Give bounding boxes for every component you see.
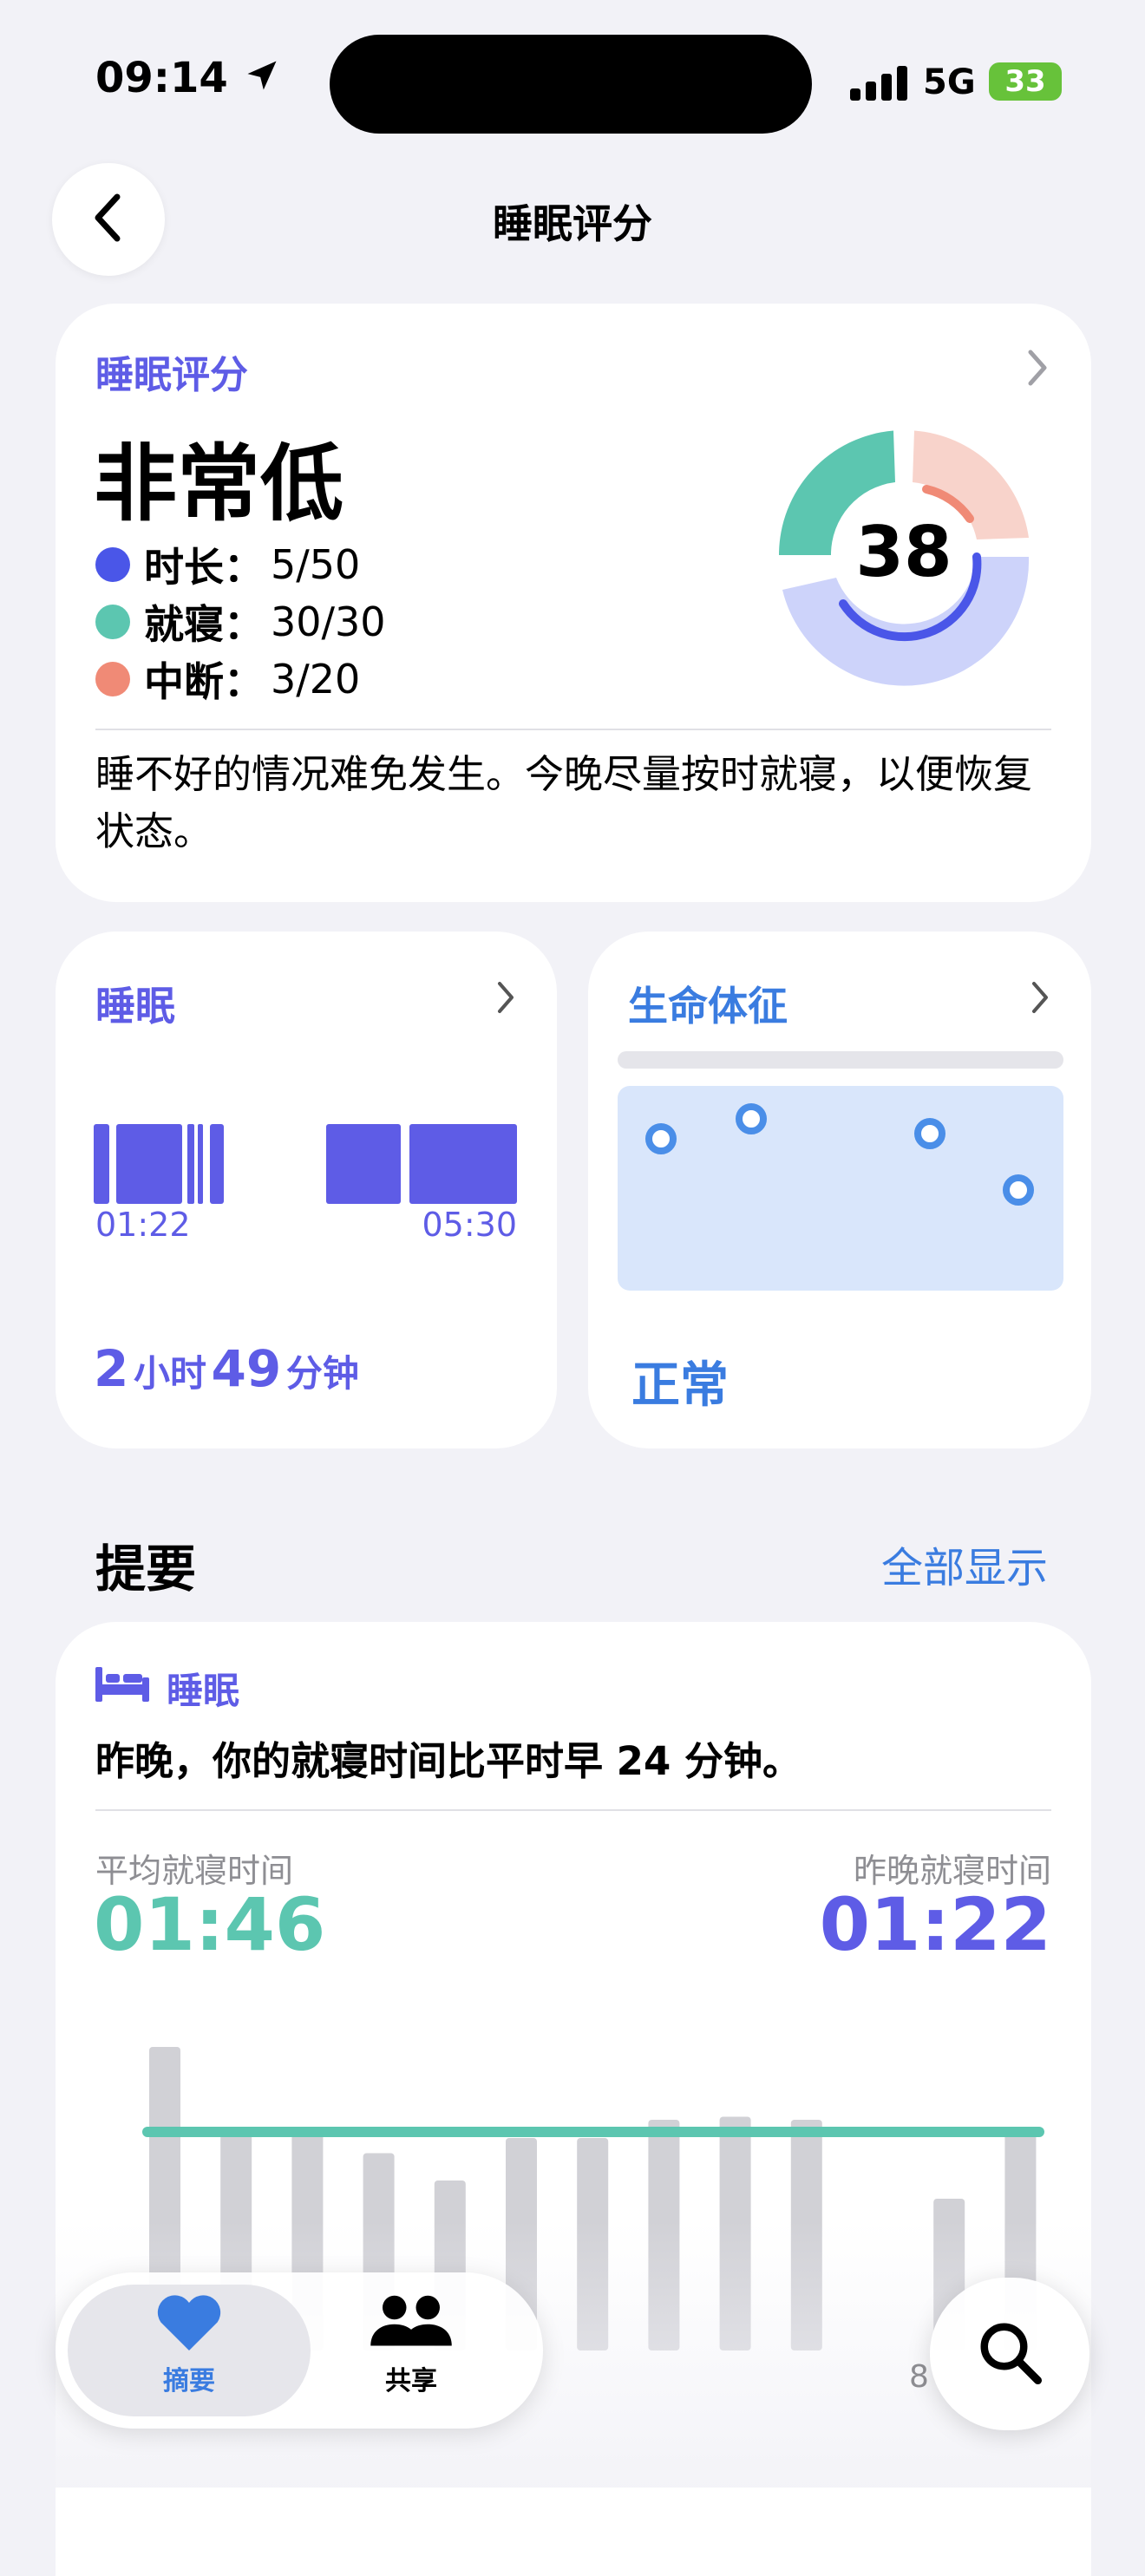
- divider: [95, 1809, 1051, 1811]
- chevron-right-icon: [1024, 349, 1051, 390]
- score-description: 睡不好的情况难免发生。今晚尽量按时就寝，以便恢复状态。: [95, 751, 1033, 854]
- page-title: 睡眠评分: [493, 200, 652, 247]
- average-bedtime-line: [142, 2127, 1044, 2137]
- battery-icon: 33: [989, 62, 1062, 101]
- vitals-point: [1003, 1174, 1034, 1206]
- vitals-point: [645, 1123, 677, 1154]
- people-icon: [370, 2293, 453, 2354]
- metric-interruptions: 中断： 3/20: [95, 651, 360, 708]
- status-time: 09:14: [95, 54, 281, 105]
- duration-dot: [95, 547, 130, 582]
- average-bedtime-value: 01:46: [94, 1882, 326, 1967]
- sleep-duration: 2 小时 49 分钟: [94, 1339, 359, 1398]
- show-all-link[interactable]: 全部显示: [881, 1533, 1048, 1594]
- tab-bar: 摘要 共享: [56, 2272, 543, 2429]
- highlight-category: 睡眠: [167, 1670, 240, 1712]
- sleep-segment: [326, 1124, 401, 1204]
- score-status: 非常低: [94, 435, 344, 533]
- network-type: 5G: [923, 62, 976, 102]
- score-card-label: 睡眠评分: [95, 353, 248, 397]
- sleep-score-card[interactable]: 睡眠评分 非常低 时长： 5/50 就寝： 30/30 中断： 3/20 38 …: [56, 304, 1091, 902]
- vitals-status: 正常: [631, 1357, 729, 1414]
- sleep-segment: [409, 1124, 517, 1204]
- bedtime-dot: [95, 605, 130, 639]
- metric-bedtime: 就寝： 30/30: [95, 593, 386, 651]
- battery-level: 33: [1004, 64, 1046, 99]
- score-value: 38: [855, 512, 952, 592]
- last-bedtime-value: 01:22: [819, 1882, 1051, 1967]
- interruptions-dot: [95, 662, 130, 696]
- vitals-card-title: 生命体征: [628, 983, 788, 1030]
- sleep-segment: [116, 1124, 182, 1204]
- chart-partial-label: 8: [909, 2359, 929, 2395]
- sleep-segment: [198, 1124, 203, 1204]
- divider: [95, 729, 1051, 730]
- sleep-segment: [187, 1124, 194, 1204]
- highlight-text: 昨晚，你的就寝时间比平时早 24 分钟。: [95, 1738, 802, 1784]
- heart-icon: [156, 2293, 222, 2354]
- vitals-point: [736, 1103, 767, 1134]
- cellular-signal-icon: [850, 66, 909, 101]
- search-icon: [976, 2318, 1044, 2390]
- vitals-range-band: [618, 1086, 1063, 1291]
- search-button[interactable]: [930, 2278, 1089, 2430]
- bed-icon: [95, 1667, 149, 1705]
- chevron-right-icon: [494, 980, 519, 1018]
- metric-duration: 时长： 5/50: [95, 536, 360, 593]
- sleep-card-title: 睡眠: [95, 983, 175, 1030]
- sleep-timeline-chart: [94, 1124, 517, 1204]
- vitals-chart: [618, 1051, 1063, 1291]
- sleep-segment: [94, 1124, 109, 1204]
- vitals-point: [914, 1118, 945, 1149]
- sleep-start-time: 01:22: [95, 1206, 191, 1244]
- sleep-card[interactable]: 睡眠 01:22 05:30 2 小时 49 分钟: [56, 932, 557, 1448]
- tab-summary[interactable]: 摘要: [102, 2293, 276, 2397]
- dynamic-island: [330, 35, 812, 134]
- tab-sharing[interactable]: 共享: [324, 2293, 498, 2397]
- location-arrow-icon: [243, 56, 281, 105]
- highlights-title: 提要: [95, 1540, 197, 1599]
- vitals-top-bar: [618, 1051, 1063, 1069]
- chevron-right-icon: [1029, 980, 1053, 1018]
- sleep-segment: [210, 1124, 224, 1204]
- score-donut-chart: 38: [779, 430, 1030, 686]
- sleep-end-time: 05:30: [422, 1206, 517, 1244]
- vitals-card[interactable]: 生命体征 正常: [588, 932, 1091, 1448]
